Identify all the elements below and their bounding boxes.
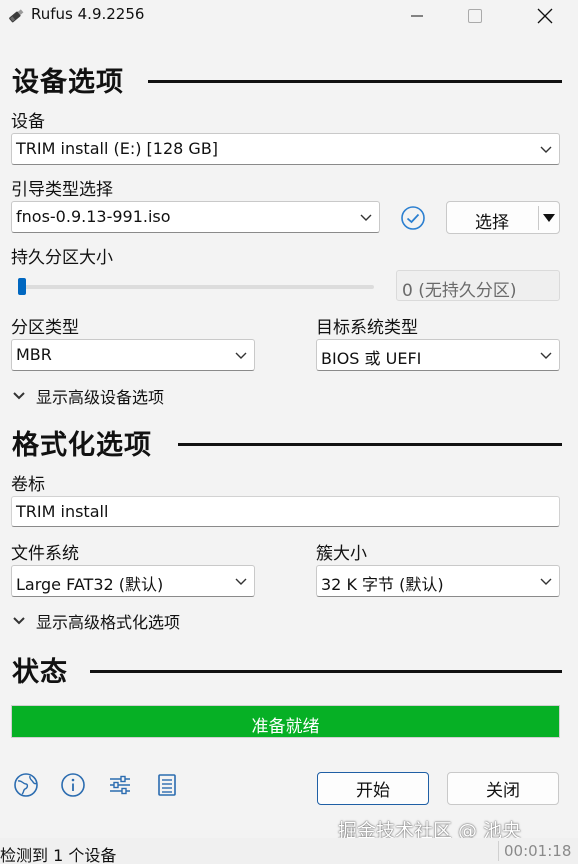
volume-label-input[interactable]: TRIM install	[11, 496, 560, 527]
cluster-size-value: 32 K 字节 (默认)	[321, 575, 444, 594]
target-system-label: 目标系统类型	[316, 318, 418, 338]
title-bar: Rufus 4.9.2256	[0, 0, 578, 32]
volume-label-label: 卷标	[11, 475, 45, 495]
chevron-down-icon	[540, 578, 552, 585]
status-divider	[498, 841, 499, 861]
partition-scheme-dropdown[interactable]: MBR	[11, 339, 255, 371]
info-icon[interactable]	[60, 772, 86, 798]
close-window-button[interactable]	[522, 0, 568, 32]
advanced-format-toggle[interactable]: 显示高级格式化选项	[12, 609, 180, 633]
status-heading: 状态	[12, 657, 68, 688]
advanced-device-label: 显示高级设备选项	[36, 388, 165, 407]
split-divider	[538, 206, 539, 230]
start-button-label: 开始	[356, 781, 390, 801]
status-rule	[90, 670, 562, 673]
file-system-label: 文件系统	[11, 544, 79, 564]
boot-selection-value: fnos-0.9.13-991.iso	[16, 207, 171, 226]
format-options-rule	[178, 443, 562, 446]
device-value: TRIM install (E:) [128 GB]	[16, 139, 219, 158]
boot-selection-label: 引导类型选择	[11, 180, 113, 200]
cluster-size-label: 簇大小	[316, 544, 367, 564]
window-title: Rufus 4.9.2256	[31, 5, 145, 23]
device-label: 设备	[11, 112, 45, 132]
select-image-label: 选择	[475, 213, 509, 233]
target-system-dropdown[interactable]: BIOS 或 UEFI	[316, 339, 560, 371]
chevron-down-icon	[540, 146, 552, 153]
chevron-down-icon	[235, 578, 247, 585]
volume-label-value: TRIM install	[16, 502, 109, 521]
persistent-slider-thumb[interactable]	[18, 278, 26, 295]
usb-drive-icon	[9, 9, 24, 23]
check-hash-icon[interactable]	[400, 205, 426, 231]
format-options-heading: 格式化选项	[12, 430, 152, 461]
file-system-value: Large FAT32 (默认)	[16, 575, 164, 594]
chevron-down-icon	[13, 617, 25, 625]
persistent-slider-track[interactable]	[18, 285, 374, 289]
file-system-dropdown[interactable]: Large FAT32 (默认)	[11, 565, 255, 597]
settings-sliders-icon[interactable]	[107, 772, 133, 798]
partition-scheme-value: MBR	[16, 345, 52, 364]
start-button[interactable]: 开始	[317, 772, 429, 805]
chevron-down-icon	[235, 352, 247, 359]
progress-bar: 准备就绪	[11, 705, 560, 738]
log-icon[interactable]	[154, 772, 180, 798]
dropdown-arrow-icon[interactable]	[542, 213, 556, 223]
close-icon	[537, 8, 553, 24]
advanced-device-toggle[interactable]: 显示高级设备选项	[12, 384, 164, 408]
cluster-size-dropdown[interactable]: 32 K 字节 (默认)	[316, 565, 560, 597]
device-options-rule	[148, 80, 562, 83]
chevron-down-icon	[360, 214, 372, 221]
device-options-heading: 设备选项	[12, 67, 124, 98]
status-bar: 检测到 1 个设备 00:01:18	[0, 838, 578, 864]
chevron-down-icon	[540, 352, 552, 359]
select-image-button[interactable]: 选择	[446, 201, 560, 234]
close-button-label: 关闭	[486, 781, 520, 801]
advanced-format-label: 显示高级格式化选项	[36, 613, 181, 632]
device-dropdown[interactable]: TRIM install (E:) [128 GB]	[11, 133, 560, 165]
minimize-button[interactable]	[394, 0, 440, 32]
chevron-down-icon	[13, 392, 25, 400]
maximize-icon	[468, 9, 482, 23]
close-button[interactable]: 关闭	[447, 772, 559, 805]
persistent-size-label: 持久分区大小	[11, 248, 113, 268]
persistent-size-field: 0 (无持久分区)	[396, 270, 560, 301]
partition-scheme-label: 分区类型	[11, 318, 79, 338]
globe-icon[interactable]	[13, 772, 39, 798]
device-count-status: 检测到 1 个设备	[0, 846, 117, 864]
target-system-value: BIOS 或 UEFI	[321, 349, 422, 368]
elapsed-time: 00:01:18	[504, 842, 572, 860]
progress-text: 准备就绪	[251, 717, 320, 737]
maximize-button[interactable]	[452, 0, 498, 32]
minimize-icon	[411, 15, 423, 17]
persistent-size-value: 0 (无持久分区)	[402, 281, 517, 301]
boot-selection-dropdown[interactable]: fnos-0.9.13-991.iso	[11, 201, 380, 233]
